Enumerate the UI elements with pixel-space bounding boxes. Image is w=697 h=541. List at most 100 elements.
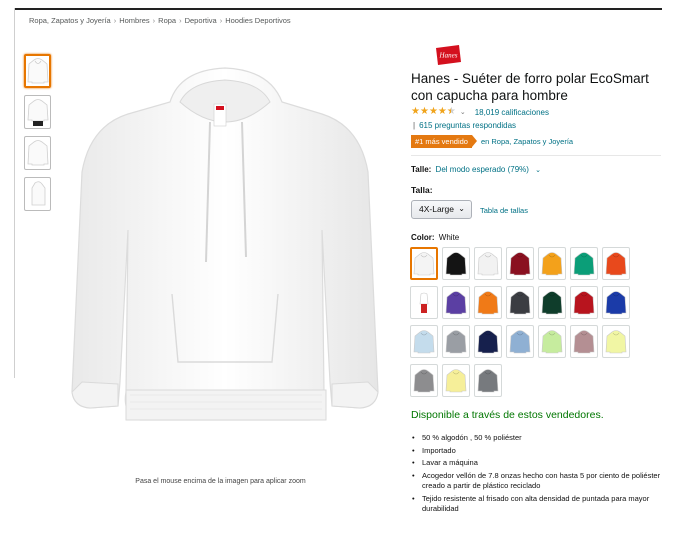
bestseller-badge[interactable]: #1 más vendido	[411, 135, 477, 148]
chevron-down-icon[interactable]: ⌄	[535, 167, 541, 174]
feature-bullet: 50 % algodón , 50 % poliéster	[411, 433, 661, 444]
main-product-image[interactable]	[60, 62, 390, 442]
color-swatch[interactable]	[506, 247, 534, 280]
breadcrumb-separator: ›	[179, 16, 182, 25]
color-row: Color: White	[411, 233, 459, 242]
color-swatch[interactable]	[442, 364, 470, 397]
rating-row: ★ ★ ★ ★ ★ ⌄ 18,019 calificaciones	[411, 106, 549, 118]
hoodie-swatch-icon	[605, 251, 627, 275]
hoodie-swatch-icon	[419, 292, 429, 313]
star-icon: ★	[437, 106, 447, 117]
color-swatch[interactable]	[410, 364, 438, 397]
fit-row: Talle: Del modo esperado (79%) ⌄	[411, 165, 541, 174]
availability-text[interactable]: Disponible a través de estos vendedores.	[411, 409, 604, 421]
feature-bullet: Acogedor vellón de 7.8 onzas hecho con h…	[411, 471, 661, 492]
color-swatch[interactable]	[538, 325, 566, 358]
hoodie-swatch-icon	[413, 368, 435, 392]
color-swatch[interactable]	[570, 247, 598, 280]
hoodie-swatch-icon	[445, 290, 467, 314]
color-swatch[interactable]	[442, 247, 470, 280]
color-swatch[interactable]	[442, 286, 470, 319]
thumbnail-side[interactable]	[24, 177, 51, 211]
hoodie-swatch-icon	[573, 251, 595, 275]
bestseller-row: #1 más vendido en Ropa, Zapatos y Joyerí…	[411, 135, 573, 148]
hoodie-swatch-icon	[573, 290, 595, 314]
hanes-logo-icon: Hanes	[436, 45, 461, 65]
hoodie-side-icon	[31, 181, 45, 206]
window-top-border	[14, 8, 662, 10]
breadcrumb-item-ropa-zapatos-joyeria[interactable]: Ropa, Zapatos y Joyería	[29, 16, 111, 25]
thumbnail-model[interactable]	[24, 95, 51, 129]
feature-bullet: Lavar a máquina	[411, 458, 661, 469]
color-swatch[interactable]	[570, 286, 598, 319]
hoodie-swatch-icon	[445, 329, 467, 353]
thumbnail-back[interactable]	[24, 136, 51, 170]
color-swatch[interactable]	[474, 325, 502, 358]
hoodie-swatch-icon	[541, 251, 563, 275]
color-swatch[interactable]	[474, 247, 502, 280]
breadcrumb-separator: ›	[152, 16, 156, 25]
breadcrumb-item-deportiva[interactable]: Deportiva	[185, 16, 217, 25]
color-swatch[interactable]	[602, 247, 630, 280]
bestseller-category-link[interactable]: en Ropa, Zapatos y Joyería	[481, 137, 573, 146]
color-swatch[interactable]	[506, 325, 534, 358]
color-swatch[interactable]	[442, 325, 470, 358]
pipe-separator: |	[413, 121, 416, 130]
color-swatch[interactable]	[570, 325, 598, 358]
color-swatch[interactable]	[474, 286, 502, 319]
hoodie-swatch-icon	[413, 329, 435, 353]
hoodie-swatch-icon	[509, 329, 531, 353]
star-icon: ★	[428, 106, 438, 117]
feature-bullets: 50 % algodón , 50 % poliéster Importado …	[411, 433, 661, 517]
color-label: Color:	[411, 233, 435, 242]
zoom-hint: Pasa el mouse encima de la imagen para a…	[135, 478, 306, 485]
thumbnail-front[interactable]	[24, 54, 51, 88]
size-chart-link[interactable]: Tabla de tallas	[480, 206, 528, 215]
color-swatch[interactable]	[538, 286, 566, 319]
ratings-count-link[interactable]: 18,019 calificaciones	[475, 108, 549, 117]
hoodie-swatch-icon	[477, 368, 499, 392]
color-swatch[interactable]	[410, 286, 438, 319]
hoodie-swatch-icon	[477, 329, 499, 353]
hoodie-front-icon	[27, 58, 48, 84]
window-left-border	[14, 8, 15, 378]
hoodie-swatch-icon	[477, 290, 499, 314]
breadcrumb-separator: ›	[219, 16, 223, 25]
hoodie-swatch-icon	[541, 290, 563, 314]
hoodie-swatch-icon	[477, 251, 499, 275]
hoodie-back-icon	[27, 140, 48, 166]
fit-value-link[interactable]: Del modo esperado (79%)	[436, 165, 529, 174]
half-star-icon: ★	[447, 107, 456, 118]
color-swatch[interactable]	[602, 286, 630, 319]
color-swatch[interactable]	[538, 247, 566, 280]
hoodie-swatch-icon	[605, 290, 627, 314]
hoodie-swatch-icon	[445, 251, 467, 275]
hoodie-swatch-icon	[509, 290, 531, 314]
divider	[411, 155, 661, 156]
breadcrumb-item-ropa[interactable]: Ropa	[158, 16, 176, 25]
image-thumbnails	[24, 54, 54, 218]
brand-logo[interactable]: Hanes	[433, 43, 463, 67]
size-select[interactable]: 4X-Large ⌄	[411, 200, 472, 219]
star-icon: ★	[419, 106, 429, 117]
hoodie-swatch-icon	[413, 251, 435, 275]
breadcrumb-separator: ›	[113, 16, 117, 25]
size-label: Talla:	[411, 185, 433, 195]
color-swatch[interactable]	[410, 247, 438, 280]
fit-label: Talle:	[411, 165, 432, 174]
chevron-down-icon[interactable]: ⌄	[460, 108, 466, 116]
answered-questions-row: | 615 preguntas respondidas	[413, 121, 516, 130]
color-swatch[interactable]	[410, 325, 438, 358]
color-swatch[interactable]	[474, 364, 502, 397]
hoodie-image	[71, 67, 379, 421]
color-swatch[interactable]	[602, 325, 630, 358]
hoodie-swatch-icon	[573, 329, 595, 353]
hoodie-swatch-icon	[509, 251, 531, 275]
color-swatch[interactable]	[506, 286, 534, 319]
chevron-down-icon: ⌄	[458, 204, 465, 213]
color-swatches	[410, 247, 636, 397]
star-rating[interactable]: ★ ★ ★ ★ ★	[411, 106, 456, 118]
answered-questions-link[interactable]: 615 preguntas respondidas	[419, 121, 516, 130]
breadcrumb-item-hoodies-deportivos[interactable]: Hoodies Deportivos	[225, 16, 290, 25]
breadcrumb-item-hombres[interactable]: Hombres	[119, 16, 149, 25]
